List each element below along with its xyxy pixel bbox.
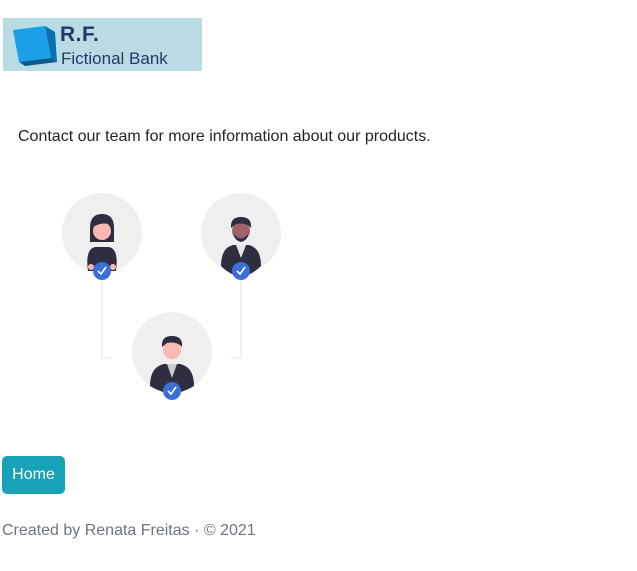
footer-credit: Created by Renata Freitas · © 2021 [2, 522, 256, 539]
bank-logo: R.F. Fictional Bank [3, 18, 202, 71]
blue-cube-icon [13, 26, 57, 66]
team-member-man-avatar [132, 312, 212, 400]
logo-title: R.F. [60, 23, 100, 46]
team-illustration [62, 193, 281, 400]
check-badge-icon [93, 262, 111, 280]
home-button[interactable]: Home [2, 456, 65, 494]
team-member-man-beard-avatar [201, 193, 281, 280]
logo-subtitle: Fictional Bank [61, 49, 168, 68]
check-badge-icon [163, 382, 181, 400]
check-badge-icon [232, 262, 250, 280]
intro-text: Contact our team for more information ab… [18, 128, 431, 145]
team-member-woman-avatar [62, 193, 142, 280]
